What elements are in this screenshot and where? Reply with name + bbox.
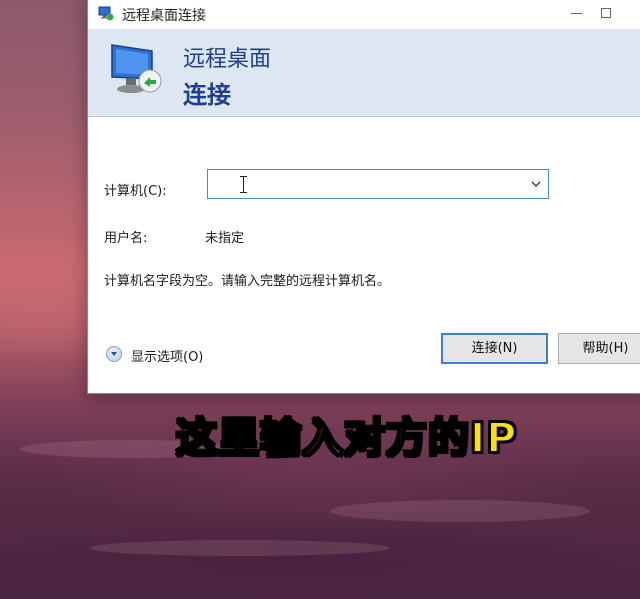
banner-title: 远程桌面 [183,47,272,72]
wave-highlight [330,500,590,522]
chevron-down-icon[interactable] [530,178,542,190]
maximize-button[interactable] [592,2,622,24]
computer-input[interactable] [210,172,514,198]
computer-label: 计算机(C): [104,184,167,199]
help-button[interactable]: 帮助(H) [558,333,640,364]
connect-button[interactable]: 连接(N) [441,333,548,364]
minimize-button[interactable] [562,2,592,24]
window-title: 远程桌面连接 [122,8,206,24]
computer-combobox[interactable] [207,169,549,199]
video-caption: 这里输入对方的IP [175,413,518,463]
show-options-toggle[interactable]: 显示选项(O) [106,345,226,365]
dialog-body: 计算机(C): 用户名: 未指定 计算机名字段为空。请输入完整的远程计算机名。 … [88,117,640,393]
header-banner: 远程桌面 连接 [88,29,640,117]
remote-desktop-window: 远程桌面连接 远程桌面 连接 计算机(C): 用户名: 未指定 计算机名字段为空… [87,0,640,394]
remote-desktop-monitor-icon [111,44,162,93]
text-cursor-icon [240,176,247,193]
expand-options-icon[interactable] [106,346,122,362]
remote-desktop-app-icon [98,6,114,21]
username-label: 用户名: [104,231,148,246]
username-value: 未指定 [205,231,245,246]
title-bar[interactable]: 远程桌面连接 [88,0,640,29]
hint-message: 计算机名字段为空。请输入完整的远程计算机名。 [104,274,391,289]
show-options-label[interactable]: 显示选项(O) [131,346,203,365]
banner-subtitle: 连接 [183,81,231,109]
wave-highlight [90,540,390,556]
